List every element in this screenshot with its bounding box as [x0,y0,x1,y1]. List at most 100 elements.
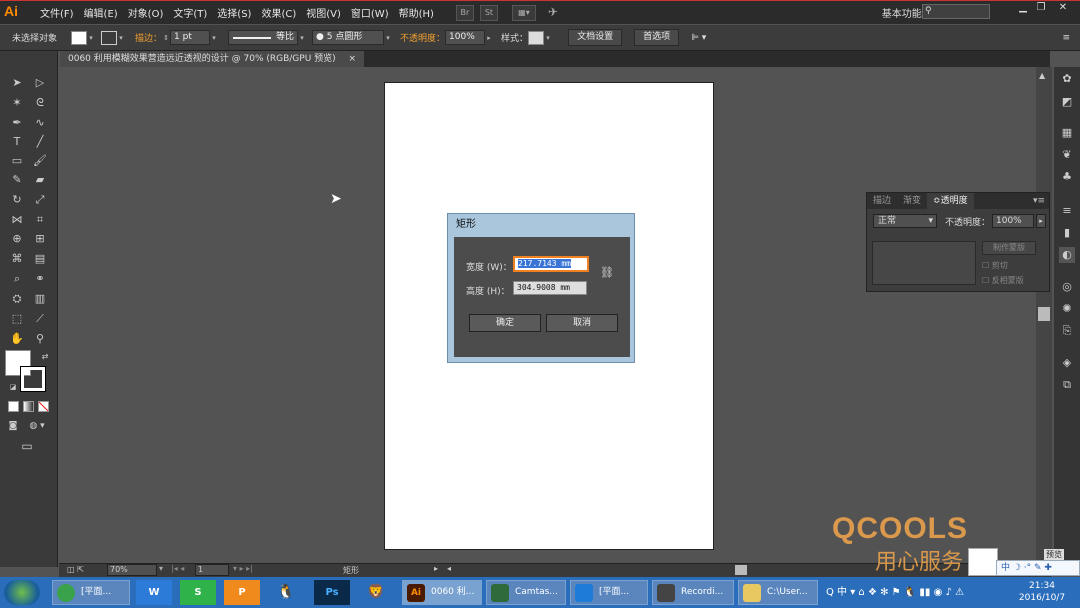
menu-type[interactable]: 文字(T) [173,5,207,20]
none-mode-icon[interactable] [38,401,49,412]
slice-tool-icon[interactable]: ⟋ [31,311,49,327]
taskbar-app-pingmian-2[interactable]: [平面... [570,580,648,605]
draw-normal-icon[interactable]: ◙ [4,418,22,434]
width-tool-icon[interactable]: ⋈ [8,212,26,228]
eraser-tool-icon[interactable]: ▰ [31,172,49,188]
taskbar-app-pingmian-1[interactable]: [平面... [52,580,130,605]
brush-select[interactable]: ● 5 点圆形 [312,30,385,45]
arrange-docs-icon[interactable]: ▦▾ [511,4,536,21]
wps-writer-icon[interactable]: W [136,580,172,605]
height-input[interactable]: 304.9008 mm [513,281,587,295]
opacity-label[interactable]: 不透明度： [400,31,445,44]
zoom-tool-icon[interactable]: ⚲ [31,331,49,347]
chevron-down-icon[interactable]: ▾ [210,31,218,45]
qq-icon[interactable]: 🐧 [268,580,304,605]
taskbar-app-camtasia[interactable]: Camtas... [486,580,566,605]
magic-wand-tool-icon[interactable]: ✶ [8,95,26,111]
scrollbar-thumb[interactable] [1038,307,1050,321]
close-icon[interactable]: × [349,54,357,64]
screen-mode-icon[interactable]: ▭ [18,438,36,454]
clock[interactable]: 21:34 2016/10/7 [1010,580,1074,605]
scale-tool-icon[interactable]: ⤢ [31,192,49,208]
zoom-select[interactable]: 70% [107,564,157,576]
make-mask-button[interactable]: 制作蒙版 [982,241,1036,255]
system-tray[interactable]: Q 中 ▾ ⌂ ❖ ✻ ⚑ 🐧 ▮▮ ◉ ♪ ⚠ [826,580,976,605]
line-tool-icon[interactable]: ╱ [31,134,49,150]
layers-icon[interactable]: ◈ [1059,355,1075,371]
document-setup-button[interactable]: 文档设置 [568,29,623,46]
scroll-left-icon[interactable]: ◂ [447,564,451,573]
arrange-icon[interactable]: ⊫ ▾ [691,33,706,43]
fill-swatch[interactable] [71,30,88,45]
pencil-tool-icon[interactable]: ✎ [8,172,26,188]
selection-tool-icon[interactable]: ➤ [8,75,26,91]
width-input[interactable]: 217.7143 mm [513,256,589,272]
taskbar-app-explorer[interactable]: C:\User... [738,580,818,605]
menu-edit[interactable]: 编辑(E) [84,5,118,20]
stroke-profile-select[interactable]: 等比 [228,30,299,45]
menu-object[interactable]: 对象(O) [128,5,164,20]
mesh-tool-icon[interactable]: ⌘ [8,251,26,267]
free-transform-tool-icon[interactable]: ⌗ [31,212,49,228]
next-artboard-icon[interactable]: ▾ ▸ ▸| [233,564,253,573]
preferences-button[interactable]: 首选项 [634,29,680,46]
asset-export-icon[interactable]: ⎘ [1059,323,1075,339]
status-nav-icon[interactable]: ◫ ⇱ [67,565,84,574]
transparency-panel-icon[interactable]: ◐ [1059,247,1075,263]
menu-window[interactable]: 窗口(W) [351,5,389,20]
draw-behind-icon[interactable]: ◍ ▾ [22,418,52,434]
graphic-styles-icon[interactable]: ✺ [1059,301,1075,317]
ok-button[interactable]: 确定 [469,314,541,332]
stepper-icon[interactable]: ⇕ [162,31,170,45]
tab-stroke[interactable]: 描边 [867,193,897,209]
chevron-down-icon[interactable]: ▾ [298,31,306,45]
rotate-tool-icon[interactable]: ↻ [8,192,26,208]
color-mode-icon[interactable] [8,401,19,412]
search-input[interactable]: ⚲ [922,4,990,19]
type-tool-icon[interactable]: T [8,134,26,150]
horizontal-scrollbar-thumb[interactable] [735,565,747,575]
menu-select[interactable]: 选择(S) [217,5,251,20]
app-mascot-icon[interactable]: 🦁 [358,580,394,605]
ime-status-box[interactable] [968,548,998,576]
constrain-proportions-icon[interactable]: ⛓ [600,266,614,279]
default-colors-icon[interactable]: ◪ [4,379,22,395]
stock-icon[interactable]: St [479,4,498,21]
tab-transparency[interactable]: ≎透明度 [927,193,974,209]
eyedropper-tool-icon[interactable]: ⌕ [8,271,26,287]
color-palette-icon[interactable]: ✿ [1059,71,1075,87]
invert-mask-checkbox[interactable]: ☐ 反相蒙版 [982,275,1024,286]
artboards-icon[interactable]: ⧉ [1059,377,1075,393]
chevron-down-icon[interactable]: ▾ [544,31,552,45]
status-menu-icon[interactable]: ▸ [434,564,438,573]
style-swatch[interactable] [528,30,545,45]
pen-tool-icon[interactable]: ✒ [8,115,26,131]
direct-selection-tool-icon[interactable]: ▷ [31,75,49,91]
blend-tool-icon[interactable]: ⚭ [31,271,49,287]
symbols-icon[interactable]: ♣ [1059,169,1075,185]
hand-tool-icon[interactable]: ✋ [8,331,26,347]
chevron-down-icon[interactable]: ▾ [117,31,125,45]
stroke-panel-icon[interactable]: ≡ [1059,203,1075,219]
close-icon[interactable]: ✕ [1054,2,1072,16]
tab-gradient[interactable]: 渐变 [897,193,927,209]
stroke-label[interactable]: 描边： [135,31,162,44]
chevron-down-icon[interactable]: ▾ [159,564,163,573]
column-graph-tool-icon[interactable]: ▥ [31,291,49,307]
ime-toolbar[interactable]: 中 ☽ ·° ✎ ✚ [996,560,1080,576]
gpu-rocket-icon[interactable]: ✈ [544,5,562,21]
taskbar-app-illustrator[interactable]: Ai 0060 利... [402,580,482,605]
vertical-scrollbar[interactable]: ▲ [1036,67,1052,563]
chevron-right-icon[interactable]: ▸ [485,31,493,45]
menu-help[interactable]: 帮助(H) [399,5,434,20]
first-artboard-icon[interactable]: |◂ ◂ [171,564,184,573]
shape-builder-tool-icon[interactable]: ⊕ [8,231,26,247]
color-guide-icon[interactable]: ◩ [1059,94,1075,110]
perspective-grid-tool-icon[interactable]: ⊞ [31,231,49,247]
opacity-input[interactable]: 100% [992,214,1034,228]
artboard-number-input[interactable]: 1 [195,564,229,576]
menu-view[interactable]: 视图(V) [306,5,341,20]
panel-menu-icon[interactable]: ▾≡ [1033,193,1049,209]
lasso-tool-icon[interactable]: ᘓ [31,95,49,111]
bridge-icon[interactable]: Br [455,4,474,21]
